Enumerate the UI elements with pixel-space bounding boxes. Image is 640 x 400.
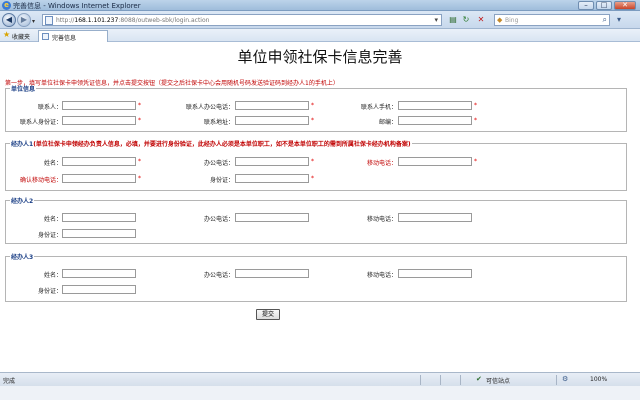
address-url[interactable]: http://168.1.101.237:8088/outweb-sbk/log… — [56, 17, 209, 24]
search-box[interactable]: ◆ Bing ⌕ — [494, 14, 610, 26]
required-mark: * — [474, 117, 477, 124]
contact-name-input[interactable] — [62, 101, 136, 110]
status-divider — [440, 375, 441, 385]
required-mark: * — [311, 175, 314, 182]
postcode-label: 邮编： — [378, 119, 397, 126]
stop-icon[interactable]: ✕ — [476, 15, 486, 25]
ie-logo-icon: e — [2, 1, 11, 10]
required-mark: * — [474, 102, 477, 109]
agent3-office-phone-label: 办公电话： — [203, 272, 234, 279]
agent1-name-input[interactable] — [62, 157, 136, 166]
status-bar: 完成 ✔ 可信站点 ⚙ 100% — [0, 372, 640, 386]
submit-button[interactable]: 提交 — [256, 309, 280, 320]
page-content: 单位申领社保卡信息完善 第一步，填写单位社保卡申领凭证信息，并点击提交按钮（提交… — [0, 42, 640, 372]
forward-button[interactable]: ▶ — [17, 13, 31, 27]
agent3-legend: 经办人3 — [11, 254, 34, 261]
postcode-input[interactable] — [398, 116, 472, 125]
agent3-name-input[interactable] — [62, 269, 136, 278]
agent1-office-phone-input[interactable] — [235, 157, 309, 166]
window-title-bar: e 完善信息 - Windows Internet Explorer – □ ✕ — [0, 0, 640, 11]
contact-name-label: 联系人： — [37, 104, 62, 111]
search-icon[interactable]: ⌕ — [603, 15, 607, 25]
required-mark: * — [138, 175, 141, 182]
status-divider — [556, 375, 557, 385]
compatibility-view-icon[interactable]: ▤ — [448, 15, 458, 25]
minimize-button[interactable]: – — [578, 1, 594, 10]
taskbar-strip — [0, 386, 640, 400]
address-dropdown-icon[interactable]: ▾ — [434, 16, 438, 24]
close-window-button[interactable]: ✕ — [614, 1, 636, 10]
contact-address-label: 联系地址： — [203, 119, 234, 126]
trusted-site-icon: ✔ — [476, 375, 482, 383]
agent1-confirm-mobile-label: 确认移动电话： — [19, 177, 62, 184]
tab-label: 完善信息 — [52, 35, 77, 42]
agent1-legend: 经办人1(单位社保卡申领经办负责人信息，必填，并要进行身份验证，此经办人必须是本… — [11, 141, 411, 148]
tab-page-icon — [42, 33, 49, 40]
agent3-mobile-label: 移动电话： — [366, 272, 397, 279]
agent1-id-input[interactable] — [235, 174, 309, 183]
agent2-mobile-label: 移动电话： — [366, 216, 397, 223]
agent2-id-label: 身份证： — [37, 232, 62, 239]
agent2-name-label: 姓名： — [43, 216, 62, 223]
bing-icon: ◆ — [497, 16, 503, 24]
security-zone[interactable]: 可信站点 — [486, 376, 510, 385]
navigation-bar: ◀ ▶ ▾ http://168.1.101.237:8088/outweb-s… — [0, 11, 640, 29]
agent1-name-label: 姓名： — [43, 160, 62, 167]
history-dropdown-icon[interactable]: ▾ — [32, 18, 35, 25]
contact-id-label: 联系人身份证： — [19, 119, 62, 126]
unit-info-legend: 单位信息 — [11, 86, 36, 93]
contact-mobile-label: 联系人手机： — [360, 104, 397, 111]
agent2-id-input[interactable] — [62, 229, 136, 238]
required-mark: * — [138, 102, 141, 109]
required-mark: * — [474, 158, 477, 165]
agent3-id-input[interactable] — [62, 285, 136, 294]
contact-id-input[interactable] — [62, 116, 136, 125]
agent1-office-phone-label: 办公电话： — [203, 160, 234, 167]
agent1-id-label: 身份证： — [209, 177, 234, 184]
favorites-bar: ★ 收藏夹 完善信息 — [0, 29, 640, 42]
required-mark: * — [138, 117, 141, 124]
agent1-note: (单位社保卡申领经办负责人信息，必填，并要进行身份验证，此经办人必须是本单位职工… — [33, 141, 411, 148]
zoom-level[interactable]: 100% — [590, 376, 607, 383]
browser-tab[interactable]: 完善信息 — [38, 30, 108, 42]
favorites-star-icon[interactable]: ★ — [3, 30, 10, 39]
contact-office-phone-input[interactable] — [235, 101, 309, 110]
contact-mobile-input[interactable] — [398, 101, 472, 110]
refresh-icon[interactable]: ↻ — [461, 15, 471, 25]
address-bar[interactable]: http://168.1.101.237:8088/outweb-sbk/log… — [42, 14, 442, 26]
maximize-button[interactable]: □ — [596, 1, 612, 10]
agent3-id-label: 身份证： — [37, 288, 62, 295]
status-divider — [420, 375, 421, 385]
window-title: 完善信息 - Windows Internet Explorer — [13, 2, 141, 10]
agent2-name-input[interactable] — [62, 213, 136, 222]
status-divider — [460, 375, 461, 385]
page-title: 单位申领社保卡信息完善 — [237, 48, 403, 66]
agent3-mobile-input[interactable] — [398, 269, 472, 278]
protected-mode-icon[interactable]: ⚙ — [562, 375, 568, 383]
contact-address-input[interactable] — [235, 116, 309, 125]
favorites-label[interactable]: 收藏夹 — [12, 32, 30, 41]
back-button[interactable]: ◀ — [2, 13, 16, 27]
agent1-mobile-label: 移动电话： — [366, 160, 397, 167]
agent2-mobile-input[interactable] — [398, 213, 472, 222]
required-mark: * — [311, 158, 314, 165]
contact-office-phone-label: 联系人办公电话： — [185, 104, 234, 111]
page-icon — [45, 16, 53, 25]
required-mark: * — [138, 158, 141, 165]
agent3-office-phone-input[interactable] — [235, 269, 309, 278]
agent1-mobile-input[interactable] — [398, 157, 472, 166]
agent2-office-phone-input[interactable] — [235, 213, 309, 222]
search-placeholder: Bing — [505, 17, 519, 24]
agent2-office-phone-label: 办公电话： — [203, 216, 234, 223]
status-text: 完成 — [3, 378, 16, 385]
agent2-legend: 经办人2 — [11, 198, 34, 205]
agent1-confirm-mobile-input[interactable] — [62, 174, 136, 183]
required-mark: * — [311, 102, 314, 109]
tools-dropdown-icon[interactable]: ▾ — [614, 15, 624, 25]
agent3-name-label: 姓名： — [43, 272, 62, 279]
required-mark: * — [311, 117, 314, 124]
